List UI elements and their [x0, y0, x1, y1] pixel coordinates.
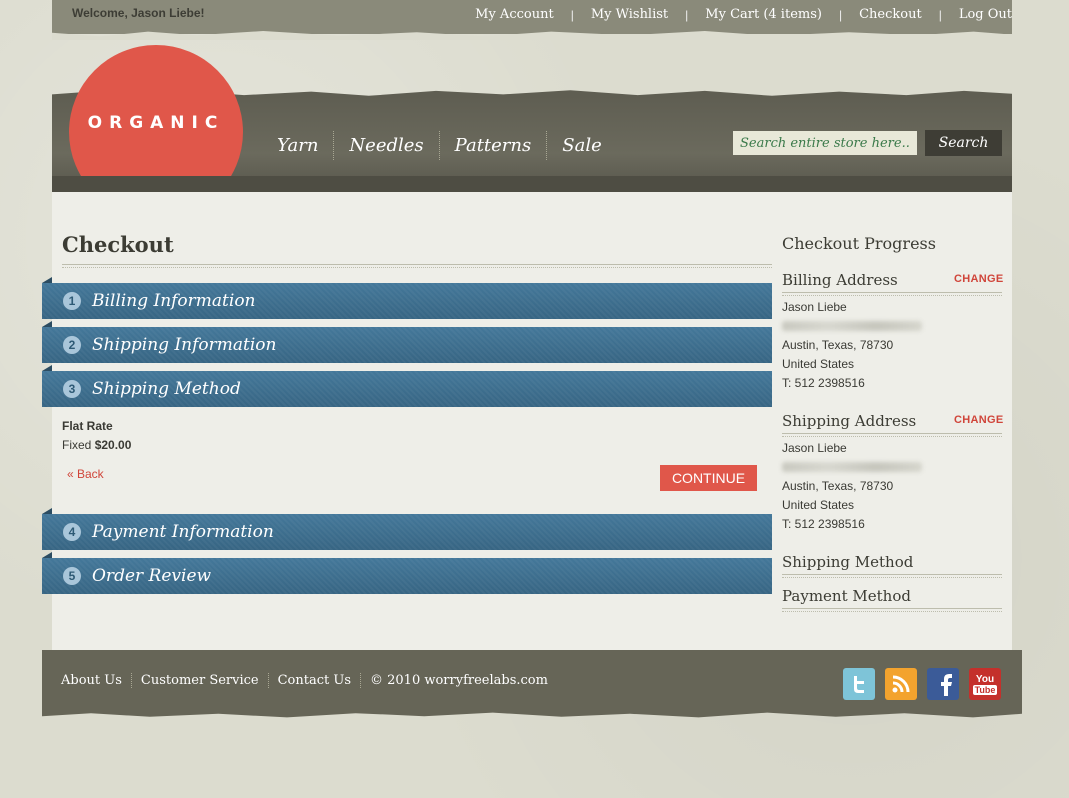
payment-method-heading: Payment Method: [782, 587, 911, 605]
rss-icon[interactable]: [885, 668, 917, 700]
copyright: © 2010 worryfreelabs.com: [360, 673, 548, 688]
price-value: $20.00: [94, 438, 132, 452]
billing-country: United States: [782, 357, 855, 371]
step-title: Shipping Method: [92, 379, 241, 399]
welcome-message: Welcome, Jason Liebe!: [72, 6, 205, 20]
youtube-text-bottom: Tube: [972, 684, 998, 695]
price-label: Fixed: [62, 438, 92, 452]
billing-name: Jason Liebe: [782, 300, 847, 314]
link-separator: |: [838, 7, 843, 22]
facebook-glyph: [941, 674, 952, 696]
step-number: 4: [63, 523, 81, 541]
facebook-icon[interactable]: [927, 668, 959, 700]
step-title: Billing Information: [92, 291, 256, 311]
shipping-phone: T: 512 2398516: [782, 517, 865, 531]
shipping-address-heading: Shipping Address: [782, 412, 917, 430]
footer-links: About Us Customer Service Contact Us © 2…: [61, 673, 548, 688]
my-account-link[interactable]: My Account: [475, 7, 554, 22]
change-billing-link[interactable]: CHANGE: [954, 273, 1003, 285]
youtube-icon[interactable]: You Tube: [969, 668, 1001, 700]
back-link[interactable]: « Back: [67, 467, 104, 481]
contact-us-link[interactable]: Contact Us: [267, 673, 360, 688]
twitter-icon[interactable]: [843, 668, 875, 700]
step-shipping-method[interactable]: 3 Shipping Method: [42, 365, 772, 407]
my-cart-link[interactable]: My Cart (4 items): [705, 7, 822, 22]
about-us-link[interactable]: About Us: [61, 673, 131, 688]
log-out-link[interactable]: Log Out: [959, 7, 1012, 22]
step-payment-information[interactable]: 4 Payment Information: [42, 508, 772, 550]
step-number: 2: [63, 336, 81, 354]
logo[interactable]: ORGANIC: [69, 45, 243, 176]
twitter-glyph: [854, 676, 864, 693]
shipping-street-blurred: [782, 462, 922, 472]
checkout-link[interactable]: Checkout: [859, 7, 922, 22]
account-links: My Account | My Wishlist | My Cart (4 it…: [475, 7, 1012, 22]
checkout-progress-title: Checkout Progress: [782, 234, 936, 253]
shipping-method-name: Flat Rate: [62, 419, 113, 433]
title-divider: [62, 264, 772, 268]
search-input[interactable]: [733, 131, 917, 155]
change-shipping-link[interactable]: CHANGE: [954, 414, 1003, 426]
logo-text: ORGANIC: [87, 113, 225, 133]
link-separator: |: [938, 7, 942, 22]
step-number: 3: [63, 380, 81, 398]
shipping-city: Austin, Texas, 78730: [782, 479, 894, 493]
billing-address-heading: Billing Address: [782, 271, 898, 289]
step-billing-information[interactable]: 1 Billing Information: [42, 277, 772, 319]
billing-divider: [782, 292, 1002, 296]
search-button[interactable]: Search: [925, 130, 1002, 156]
shipping-divider: [782, 433, 1002, 437]
step-title: Order Review: [92, 566, 212, 586]
header-stripe: [52, 176, 1012, 192]
customer-service-link[interactable]: Customer Service: [130, 673, 268, 688]
step-number: 1: [63, 292, 81, 310]
shipping-country: United States: [782, 498, 855, 512]
step-order-review[interactable]: 5 Order Review: [42, 552, 772, 594]
step-number: 5: [63, 567, 81, 585]
rss-glyph: [892, 675, 910, 693]
main-nav: Yarn Needles Patterns Sale: [262, 131, 617, 160]
link-separator: |: [685, 7, 689, 22]
page-title: Checkout: [62, 232, 174, 257]
nav-sale[interactable]: Sale: [546, 131, 616, 160]
link-separator: |: [570, 7, 574, 22]
nav-needles[interactable]: Needles: [333, 131, 438, 160]
shipping-method-divider: [782, 574, 1002, 578]
billing-city: Austin, Texas, 78730: [782, 338, 894, 352]
billing-phone: T: 512 2398516: [782, 376, 865, 390]
step-shipping-information[interactable]: 2 Shipping Information: [42, 321, 772, 363]
step-title: Payment Information: [92, 522, 274, 542]
youtube-text-top: You: [975, 673, 995, 685]
payment-method-divider: [782, 608, 1002, 612]
nav-patterns[interactable]: Patterns: [438, 131, 547, 160]
logo-circle: ORGANIC: [69, 45, 243, 176]
nav-yarn[interactable]: Yarn: [262, 131, 333, 160]
my-wishlist-link[interactable]: My Wishlist: [591, 7, 668, 22]
shipping-name: Jason Liebe: [782, 441, 847, 455]
step-title: Shipping Information: [92, 335, 277, 355]
billing-street-blurred: [782, 321, 922, 331]
continue-button[interactable]: CONTINUE: [660, 465, 757, 491]
shipping-method-price: Fixed $20.00: [62, 438, 131, 452]
shipping-method-heading: Shipping Method: [782, 553, 914, 571]
